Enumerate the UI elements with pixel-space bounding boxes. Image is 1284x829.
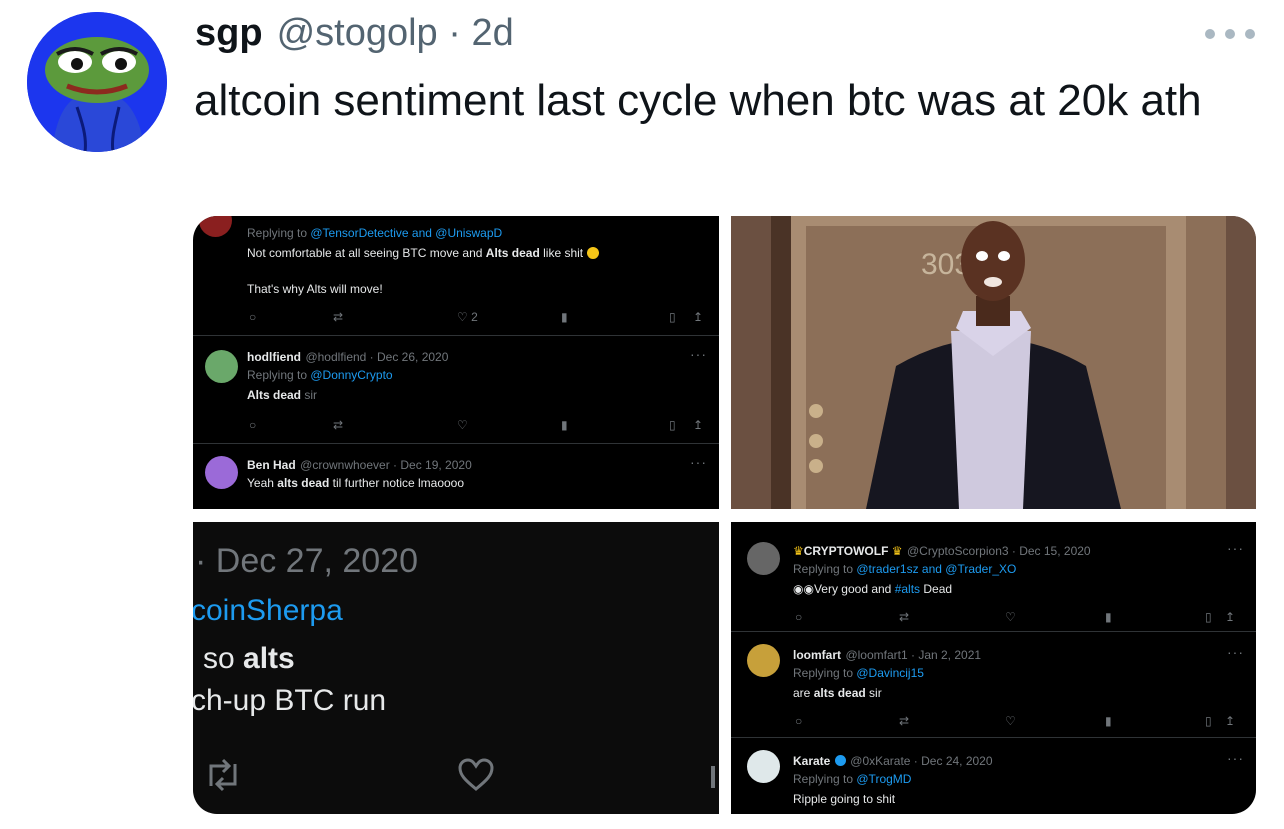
user-avatar[interactable] <box>27 12 167 152</box>
replying-to: Replying to @Davincij15 <box>793 666 924 680</box>
more-options-icon[interactable] <box>1205 24 1255 44</box>
screenshot-tweet-text: ◉◉Very good and #alts Dead <box>793 582 953 596</box>
screenshot-tweet-text: Not comfortable at all seeing BTC move a… <box>247 246 599 260</box>
more-options-icon: ··· <box>690 454 707 470</box>
screenshot-tweet-2: hodlfiend @hodlfiend · Dec 26, 2020 ··· … <box>193 336 719 444</box>
screenshot-avatar <box>205 456 238 489</box>
handle-and-time[interactable]: @stogolp · 2d <box>277 12 514 55</box>
media-image-2[interactable]: 303 <box>731 216 1256 509</box>
media-image-3[interactable]: · Dec 27, 2020 coinSherpa so alts ch-up … <box>193 522 719 814</box>
more-options-icon: ··· <box>1227 540 1244 556</box>
views-icon <box>711 766 715 788</box>
more-options-icon: ··· <box>690 346 707 362</box>
zoomed-text-line-1: so alts <box>203 642 295 675</box>
screenshot-actions: ○ ⇄ ♡ ▮ ▯ ↥ <box>795 714 1236 728</box>
media-image-1[interactable]: Replying to @TensorDetective and @Uniswa… <box>193 216 719 509</box>
screenshot-actions: ○ ⇄ ♡ 2 ▮ ▯ ↥ <box>249 310 709 324</box>
screenshot-tweet-text: Alts dead sir <box>247 388 318 402</box>
screenshot-tweet-3: Ben Had @crownwhoever · Dec 19, 2020 ···… <box>193 444 719 509</box>
bookmark-icon: ▯ <box>669 310 676 324</box>
tweet-author: Ben Had @crownwhoever · Dec 19, 2020 <box>247 458 472 472</box>
media-image-4[interactable]: ♛CRYPTOWOLF ♛ @CryptoScorpion3 · Dec 15,… <box>731 522 1256 814</box>
crown-icon: ♛ <box>793 544 804 558</box>
views-icon: ▮ <box>561 310 568 324</box>
display-name[interactable]: sgp <box>195 12 263 55</box>
screenshot-avatar <box>205 350 238 383</box>
screenshot-avatar <box>747 750 780 783</box>
zoomed-date: · Dec 27, 2020 <box>195 542 419 580</box>
tweet-author: Karate @0xKarate · Dec 24, 2020 <box>793 754 993 768</box>
retweet-icon <box>209 758 237 792</box>
screenshot-avatar <box>747 542 780 575</box>
replying-to: Replying to @TensorDetective and @Uniswa… <box>247 226 503 240</box>
screenshot-avatar <box>747 644 780 677</box>
verified-badge-icon <box>834 755 846 766</box>
screenshot-tweet-2: loomfart @loomfart1 · Jan 2, 2021 ··· Re… <box>731 632 1256 738</box>
pepe-frog-avatar-icon <box>27 12 167 152</box>
eyes-emoji-icon: ◉◉ <box>793 582 814 596</box>
zoomed-author: coinSherpa <box>193 594 343 627</box>
zoomed-text-line-2: ch-up BTC run <box>193 684 387 717</box>
tweet-text: altcoin sentiment last cycle when btc wa… <box>194 76 1202 125</box>
screenshot-tweet-1: ♛CRYPTOWOLF ♛ @CryptoScorpion3 · Dec 15,… <box>731 522 1256 632</box>
screenshot-tweet-text: are alts dead sir <box>793 686 882 700</box>
reply-icon: ○ <box>249 310 257 324</box>
screenshot-tweet-text: Ripple going to shit <box>793 792 896 806</box>
laughing-emoji-icon <box>586 247 599 259</box>
tweet-author: hodlfiend @hodlfiend · Dec 26, 2020 <box>247 350 449 364</box>
share-icon: ↥ <box>693 310 704 324</box>
replying-to: Replying to @trader1sz and @Trader_XO <box>793 562 1017 576</box>
like-icon <box>458 758 494 791</box>
screenshot-tweet-text-2: That's why Alts will move! <box>247 282 383 296</box>
crown-icon: ♛ <box>888 544 903 558</box>
like-icon: ♡ 2 <box>457 310 478 324</box>
retweet-icon: ⇄ <box>333 310 344 324</box>
tweet-header: sgp @stogolp · 2d <box>195 12 514 58</box>
more-options-icon: ··· <box>1227 644 1244 660</box>
replying-to: Replying to @DonnyCrypto <box>247 368 393 382</box>
more-options-icon: ··· <box>1227 750 1244 766</box>
tweet-author: ♛CRYPTOWOLF ♛ @CryptoScorpion3 · Dec 15,… <box>793 544 1091 558</box>
shocked-man-gif-icon: 303 <box>731 216 1256 509</box>
screenshot-tweet-text: Yeah alts dead til further notice lmaooo… <box>247 476 465 490</box>
replying-to: Replying to @TrogMD <box>793 772 912 786</box>
screenshot-avatar <box>199 216 232 237</box>
screenshot-tweet-1: Replying to @TensorDetective and @Uniswa… <box>193 216 719 336</box>
screenshot-actions: ○ ⇄ ♡ ▮ ▯ ↥ <box>249 418 704 432</box>
screenshot-tweet-3: Karate @0xKarate · Dec 24, 2020 ··· Repl… <box>731 738 1256 814</box>
media-grid[interactable]: Replying to @TensorDetective and @Uniswa… <box>193 216 1256 814</box>
screenshot-actions: ○ ⇄ ♡ ▮ ▯ ↥ <box>795 610 1236 624</box>
tweet-author: loomfart @loomfart1 · Jan 2, 2021 <box>793 648 982 662</box>
